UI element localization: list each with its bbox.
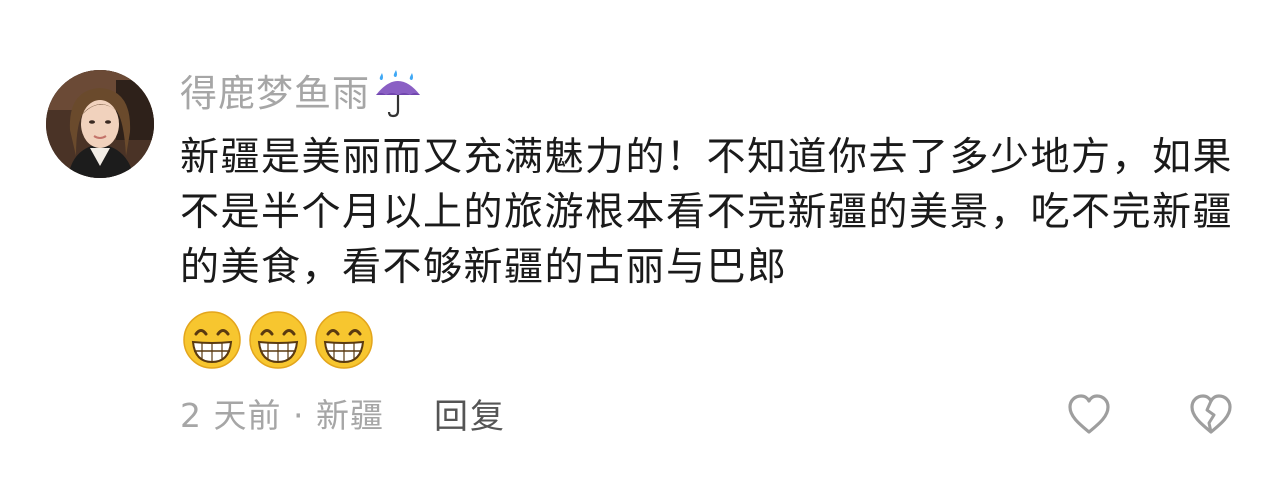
- comment-meta: 2 天前 · 新疆 回复: [180, 388, 506, 438]
- emoji-row: [182, 310, 374, 370]
- avatar-image: [46, 70, 154, 178]
- comment-item: 得鹿梦鱼雨 新疆是美丽而又充满魅力的！不知道你去了多少地方，如果不是半个月以上的…: [0, 0, 1283, 487]
- grinning-face-icon: [249, 311, 307, 369]
- umbrella-with-rain-icon: [376, 70, 420, 118]
- heart-outline-icon[interactable]: [1066, 392, 1112, 436]
- grinning-face-icon: [315, 311, 373, 369]
- grinning-face-icon: [183, 311, 241, 369]
- comment-text: 新疆是美丽而又充满魅力的！不知道你去了多少地方，如果不是半个月以上的旅游根本看不…: [180, 135, 1234, 290]
- username-row: 得鹿梦鱼雨: [180, 68, 424, 120]
- avatar[interactable]: [46, 70, 154, 178]
- reply-button[interactable]: 回复: [434, 389, 506, 438]
- time-location: 2 天前 · 新疆: [180, 396, 384, 435]
- broken-heart-outline-icon[interactable]: [1188, 392, 1234, 436]
- username[interactable]: 得鹿梦鱼雨: [180, 68, 370, 120]
